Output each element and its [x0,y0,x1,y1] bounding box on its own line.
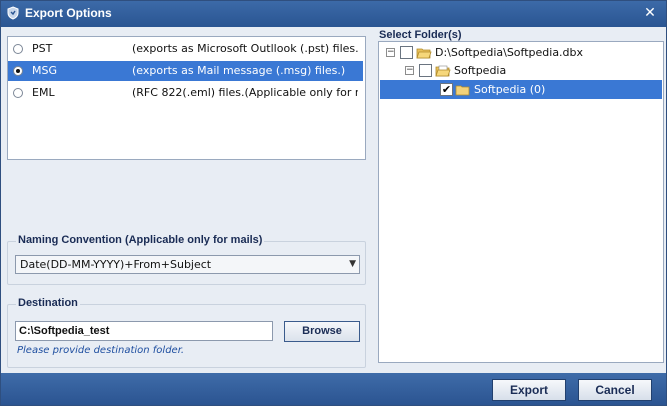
tree-node-softpedia[interactable]: − Softpedia [379,62,661,80]
checkbox[interactable] [400,46,413,59]
tree-node-dbx[interactable]: − D:\Softpedia\Softpedia.dbx [379,44,661,62]
format-name: EML [32,86,55,99]
format-name: PST [32,42,53,55]
format-option-pst[interactable]: PST (exports as Microsoft Outllook (.pst… [8,39,363,59]
format-description: (RFC 822(.eml) files.(Applicable only fo… [132,86,358,99]
destination-label: Destination [16,297,80,309]
format-list: PST (exports as Microsoft Outllook (.pst… [7,36,366,160]
action-bar: Export Cancel [1,373,666,405]
format-description: (exports as Mail message (.msg) files.) [132,64,346,77]
open-folder-icon [416,48,432,59]
naming-convention-select[interactable]: Date(DD-MM-YYYY)+From+Subject ▼ [15,255,360,274]
format-option-eml[interactable]: EML (RFC 822(.eml) files.(Applicable onl… [8,83,363,103]
close-icon[interactable]: ✕ [640,4,660,22]
browse-button[interactable]: Browse [284,321,360,342]
destination-hint: Please provide destination folder. [17,345,185,356]
cancel-button[interactable]: Cancel [578,379,652,401]
folder-stack-icon [435,65,451,77]
tree-node-label: D:\Softpedia\Softpedia.dbx [435,46,584,59]
export-options-window: Export Options ✕ PST (exports as Microso… [0,0,667,406]
folder-icon [455,85,470,96]
naming-convention-group: Naming Convention (Applicable only for m… [7,234,366,285]
checkbox-checked[interactable]: ✔ [440,83,453,96]
tree-node-label: Softpedia [454,64,507,77]
select-folders-label: Select Folder(s) [379,29,462,41]
radio-button[interactable] [13,44,23,54]
naming-convention-value: Date(DD-MM-YYYY)+From+Subject [20,258,212,271]
app-shield-icon [7,6,19,20]
destination-group: Destination C:\Softpedia_test Browse Ple… [7,297,366,368]
radio-button[interactable] [13,88,23,98]
naming-convention-label: Naming Convention (Applicable only for m… [16,234,265,246]
format-name: MSG [32,64,57,77]
tree-node-softpedia-0[interactable]: ✔ Softpedia (0) [379,81,661,99]
collapse-icon[interactable]: − [386,48,395,57]
title-bar: Export Options ✕ [1,1,666,27]
checkbox[interactable] [419,64,432,77]
tree-node-label: Softpedia (0) [474,83,546,96]
export-button[interactable]: Export [492,379,566,401]
format-description: (exports as Microsoft Outllook (.pst) fi… [132,42,358,55]
folder-tree: − D:\Softpedia\Softpedia.dbx − Softpedia… [378,41,664,363]
window-title: Export Options [25,6,112,20]
destination-input[interactable]: C:\Softpedia_test [15,321,273,341]
chevron-down-icon: ▼ [349,259,356,269]
format-option-msg[interactable]: MSG (exports as Mail message (.msg) file… [8,61,363,81]
collapse-icon[interactable]: − [405,66,414,75]
radio-button[interactable] [13,66,23,76]
